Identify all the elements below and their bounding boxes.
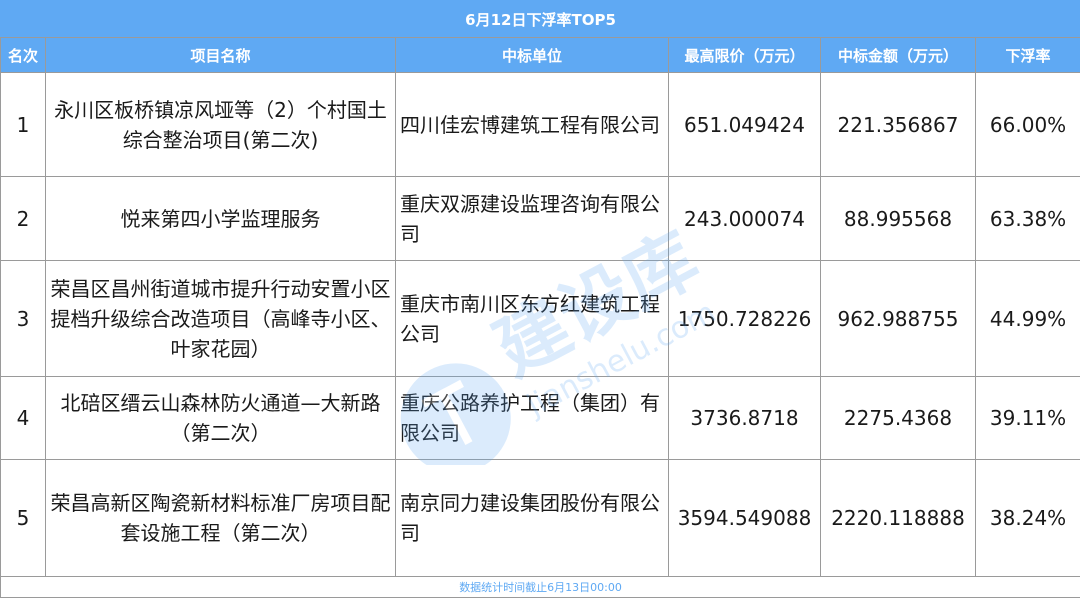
cell-rate: 39.11% [976, 377, 1080, 460]
cell-max-price: 3594.549088 [669, 460, 821, 577]
table-row: 3 荣昌区昌州街道城市提升行动安置小区提档升级综合改造项目（高峰寺小区、叶家花园… [1, 261, 1080, 377]
table-title: 6月12日下浮率TOP5 [1, 1, 1080, 38]
cell-winner: 重庆市南川区东方红建筑工程公司 [396, 261, 669, 377]
cell-winner: 重庆双源建设监理咨询有限公司 [396, 177, 669, 261]
cell-rank: 2 [1, 177, 46, 261]
table-row: 5 荣昌高新区陶瓷新材料标准厂房项目配套设施工程（第二次） 南京同力建设集团股份… [1, 460, 1080, 577]
cell-rate: 63.38% [976, 177, 1080, 261]
table-row: 4 北碚区缙云山森林防火通道—大新路（第二次） 重庆公路养护工程（集团）有限公司… [1, 377, 1080, 460]
cell-bid-amount: 962.988755 [821, 261, 976, 377]
cell-bid-amount: 88.995568 [821, 177, 976, 261]
cell-rate: 66.00% [976, 73, 1080, 177]
cell-rate: 44.99% [976, 261, 1080, 377]
top5-table: 6月12日下浮率TOP5 名次 项目名称 中标单位 最高限价（万元） 中标金额（… [0, 0, 1080, 598]
table-footer-row: 数据统计时间截止6月13日00:00 [1, 577, 1080, 598]
cell-project: 悦来第四小学监理服务 [46, 177, 396, 261]
cell-rank: 3 [1, 261, 46, 377]
cell-bid-amount: 2220.118888 [821, 460, 976, 577]
cell-max-price: 243.000074 [669, 177, 821, 261]
cell-rate: 38.24% [976, 460, 1080, 577]
table-row: 2 悦来第四小学监理服务 重庆双源建设监理咨询有限公司 243.000074 8… [1, 177, 1080, 261]
cell-bid-amount: 2275.4368 [821, 377, 976, 460]
cell-rank: 1 [1, 73, 46, 177]
column-header-max-price: 最高限价（万元） [669, 38, 821, 73]
cell-bid-amount: 221.356867 [821, 73, 976, 177]
cell-winner: 四川佳宏博建筑工程有限公司 [396, 73, 669, 177]
column-header-rate: 下浮率 [976, 38, 1080, 73]
cell-project: 北碚区缙云山森林防火通道—大新路（第二次） [46, 377, 396, 460]
cell-max-price: 3736.8718 [669, 377, 821, 460]
column-header-project: 项目名称 [46, 38, 396, 73]
cell-winner: 重庆公路养护工程（集团）有限公司 [396, 377, 669, 460]
column-header-bid-amount: 中标金额（万元） [821, 38, 976, 73]
table-header-row: 名次 项目名称 中标单位 最高限价（万元） 中标金额（万元） 下浮率 [1, 38, 1080, 73]
top5-table-card: 6月12日下浮率TOP5 名次 项目名称 中标单位 最高限价（万元） 中标金额（… [0, 0, 1080, 597]
data-cutoff-note: 数据统计时间截止6月13日00:00 [1, 577, 1080, 598]
cell-rank: 5 [1, 460, 46, 577]
table-title-row: 6月12日下浮率TOP5 [1, 1, 1080, 38]
cell-project: 荣昌区昌州街道城市提升行动安置小区提档升级综合改造项目（高峰寺小区、叶家花园） [46, 261, 396, 377]
column-header-winner: 中标单位 [396, 38, 669, 73]
cell-max-price: 1750.728226 [669, 261, 821, 377]
cell-winner: 南京同力建设集团股份有限公司 [396, 460, 669, 577]
table-row: 1 永川区板桥镇凉风垭等（2）个村国土综合整治项目(第二次) 四川佳宏博建筑工程… [1, 73, 1080, 177]
cell-max-price: 651.049424 [669, 73, 821, 177]
column-header-rank: 名次 [1, 38, 46, 73]
cell-rank: 4 [1, 377, 46, 460]
cell-project: 荣昌高新区陶瓷新材料标准厂房项目配套设施工程（第二次） [46, 460, 396, 577]
cell-project: 永川区板桥镇凉风垭等（2）个村国土综合整治项目(第二次) [46, 73, 396, 177]
